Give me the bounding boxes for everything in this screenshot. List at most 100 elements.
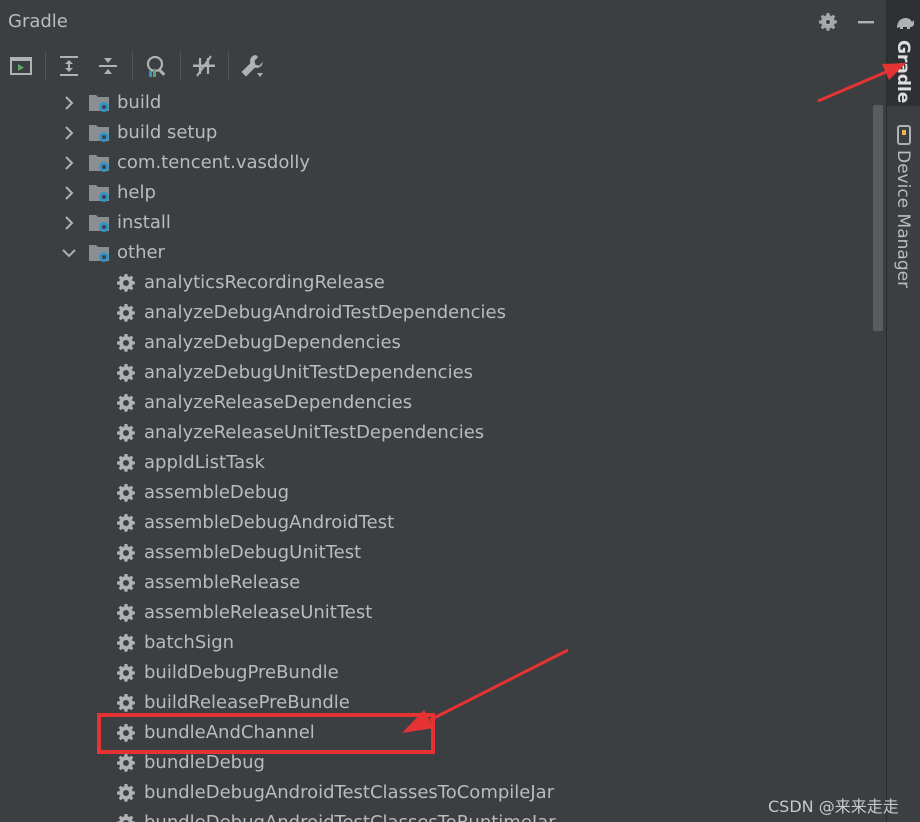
tree-node-label: other <box>117 242 165 263</box>
chevron-right-icon[interactable] <box>61 185 77 201</box>
gradle-task-tree: build build setup com.tencent.vasdolly h… <box>0 88 872 822</box>
task-item[interactable]: analyzeDebugAndroidTestDependencies <box>0 298 872 328</box>
collapse-all-icon[interactable] <box>93 51 123 81</box>
task-item[interactable]: batchSign <box>0 628 872 658</box>
tree-node-label: com.tencent.vasdolly <box>117 152 311 173</box>
elephant-icon <box>895 14 915 34</box>
header-actions <box>816 10 878 34</box>
gear-icon <box>116 813 136 822</box>
gear-icon <box>116 603 136 623</box>
task-label: bundleDebugAndroidTestClassesToCompileJa… <box>144 782 555 803</box>
task-label: assembleDebug <box>144 482 290 503</box>
task-group-folder-icon <box>88 92 112 114</box>
task-item[interactable]: assembleDebug <box>0 478 872 508</box>
gear-icon <box>116 753 136 773</box>
device-icon <box>895 124 913 150</box>
vertical-scrollbar[interactable] <box>873 105 883 331</box>
task-label: assembleRelease <box>144 572 301 593</box>
task-label: analyzeDebugAndroidTestDependencies <box>144 302 506 323</box>
tree-node-label: build setup <box>117 122 218 143</box>
right-tool-stripe: Gradle Device Manager <box>887 0 920 822</box>
gear-icon <box>116 423 136 443</box>
gear-icon <box>116 363 136 383</box>
tree-node-help[interactable]: help <box>0 178 872 208</box>
tool-window-title: Gradle <box>8 11 68 32</box>
gradle-tab-label: Gradle <box>893 40 913 104</box>
task-label: buildDebugPreBundle <box>144 662 339 683</box>
chevron-right-icon[interactable] <box>61 215 77 231</box>
gear-icon <box>116 303 136 323</box>
task-item[interactable]: bundleDebugAndroidTestClassesToCompileJa… <box>0 778 872 808</box>
gradle-toolbar <box>0 44 886 88</box>
task-label: buildReleasePreBundle <box>144 692 350 713</box>
chevron-right-icon[interactable] <box>61 95 77 111</box>
tree-node-build-setup[interactable]: build setup <box>0 118 872 148</box>
gear-icon <box>116 273 136 293</box>
task-label: analyzeReleaseUnitTestDependencies <box>144 422 485 443</box>
task-label: analyzeDebugDependencies <box>144 332 401 353</box>
device-manager-tab-label: Device Manager <box>893 150 913 289</box>
task-label: batchSign <box>144 632 235 653</box>
task-item[interactable]: appIdListTask <box>0 448 872 478</box>
gear-icon <box>116 333 136 353</box>
task-label: bundleDebug <box>144 752 265 773</box>
toolbar-separator <box>228 52 229 80</box>
task-label: assembleDebugUnitTest <box>144 542 362 563</box>
task-item[interactable]: analyzeReleaseDependencies <box>0 388 872 418</box>
task-item[interactable]: assembleReleaseUnitTest <box>0 598 872 628</box>
tree-node-label: help <box>117 182 156 203</box>
gear-icon <box>116 663 136 683</box>
gradle-stripe-tab[interactable]: Gradle <box>887 0 920 106</box>
task-item[interactable]: buildDebugPreBundle <box>0 658 872 688</box>
tree-node-label: build <box>117 92 162 113</box>
tree-node-other[interactable]: other <box>0 238 872 268</box>
gear-icon[interactable] <box>816 10 840 34</box>
gear-icon <box>116 453 136 473</box>
tree-node-build[interactable]: build <box>0 88 872 118</box>
gear-icon <box>116 483 136 503</box>
minimize-icon[interactable] <box>854 10 878 34</box>
gear-icon <box>116 393 136 413</box>
gear-icon <box>116 573 136 593</box>
analyze-dependencies-icon[interactable] <box>141 51 171 81</box>
task-item[interactable]: assembleDebugAndroidTest <box>0 508 872 538</box>
task-item[interactable]: analyticsRecordingRelease <box>0 268 872 298</box>
chevron-right-icon[interactable] <box>61 155 77 171</box>
gear-icon <box>116 693 136 713</box>
task-item[interactable]: analyzeDebugUnitTestDependencies <box>0 358 872 388</box>
task-item[interactable]: assembleDebugUnitTest <box>0 538 872 568</box>
task-group-folder-icon <box>88 122 112 144</box>
run-task-icon[interactable] <box>6 51 36 81</box>
toolbar-separator <box>132 52 133 80</box>
highlight-box <box>97 713 435 754</box>
task-item[interactable]: bundleDebugAndroidTestClassesToRuntimeJa… <box>0 808 872 822</box>
tree-node-label: install <box>117 212 171 233</box>
tree-node-com-tencent-vasdolly[interactable]: com.tencent.vasdolly <box>0 148 872 178</box>
task-label: analyzeDebugUnitTestDependencies <box>144 362 474 383</box>
task-group-folder-icon <box>88 242 112 264</box>
task-group-folder-icon <box>88 152 112 174</box>
task-item[interactable]: assembleRelease <box>0 568 872 598</box>
task-label: assembleReleaseUnitTest <box>144 602 373 623</box>
task-item[interactable]: analyzeReleaseUnitTestDependencies <box>0 418 872 448</box>
tool-window-header: Gradle <box>0 0 886 44</box>
task-label: analyticsRecordingRelease <box>144 272 385 293</box>
tree-node-install[interactable]: install <box>0 208 872 238</box>
gradle-tool-window: Gradle build build setup com.tencent.vas… <box>0 0 887 822</box>
build-settings-wrench-icon[interactable] <box>237 51 267 81</box>
task-group-folder-icon <box>88 182 112 204</box>
watermark: CSDN @来来走走 <box>768 797 899 816</box>
gradle-window: Gradle build build setup com.tencent.vas… <box>0 0 920 822</box>
task-label: bundleDebugAndroidTestClassesToRuntimeJa… <box>144 812 556 822</box>
task-label: analyzeReleaseDependencies <box>144 392 413 413</box>
chevron-right-icon[interactable] <box>61 125 77 141</box>
gear-icon <box>116 543 136 563</box>
toolbar-separator <box>180 52 181 80</box>
toggle-offline-mode-icon[interactable] <box>189 51 219 81</box>
gear-icon <box>116 513 136 533</box>
chevron-down-icon[interactable] <box>61 245 77 261</box>
device-manager-stripe-tab[interactable]: Device Manager <box>887 110 920 290</box>
expand-all-icon[interactable] <box>54 51 84 81</box>
task-item[interactable]: analyzeDebugDependencies <box>0 328 872 358</box>
toolbar-separator <box>45 52 46 80</box>
